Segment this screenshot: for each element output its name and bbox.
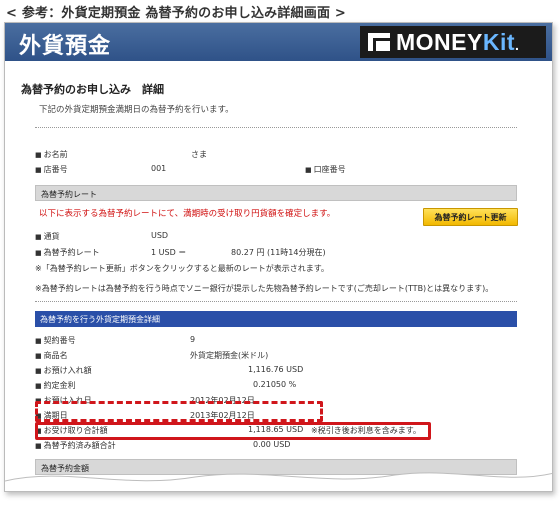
deposit-row-label: 商品名 bbox=[35, 350, 68, 361]
deposit-row-value: 0.00 USD bbox=[253, 440, 291, 449]
currency-label: 通貨 bbox=[35, 231, 60, 242]
rate-note-2: ※為替予約レートは為替予約を行う時点でソニー銀行が提示した先物為替予約レートです… bbox=[35, 284, 494, 293]
rate-unit: 1 USD ＝ bbox=[151, 248, 187, 257]
rate-note-1: ※「為替予約レート更新」ボタンをクリックすると最新のレートが表示されます。 bbox=[35, 264, 329, 273]
page-caption: < 参考：外貨定期預金 為替予約のお申し込み詳細画面 > bbox=[6, 6, 346, 21]
logo-text-dot: . bbox=[515, 36, 520, 53]
app-header: 外貨預金 MONEYKit. bbox=[5, 23, 552, 61]
rate-label: 為替予約レート bbox=[35, 247, 100, 258]
total-amount-highlight bbox=[35, 422, 431, 440]
currency-value: USD bbox=[151, 231, 169, 240]
branch-label: 店番号 bbox=[35, 164, 68, 175]
deposit-row-label: 契約番号 bbox=[35, 335, 76, 346]
moneykit-logo[interactable]: MONEYKit. bbox=[360, 26, 546, 58]
logo-text-money: MONEY bbox=[396, 28, 483, 55]
deposit-section-header: 為替予約を行う外貨定期預金詳細 bbox=[35, 311, 517, 327]
deposit-row-label: 約定金利 bbox=[35, 380, 76, 391]
deposit-row-value: 1,116.76 USD bbox=[248, 365, 304, 374]
rate-update-button[interactable]: 為替予約レート更新 bbox=[423, 208, 518, 226]
customer-name-value: さま bbox=[191, 150, 207, 159]
header-title: 外貨預金 bbox=[19, 34, 112, 59]
moneykit-logo-mark-icon bbox=[368, 33, 390, 51]
customer-name-label: お名前 bbox=[35, 149, 68, 160]
page-title: 為替予約のお申し込み 詳細 bbox=[21, 83, 164, 96]
deposit-row-label: お預け入れ額 bbox=[35, 365, 92, 376]
deposit-row-value: 外貨定期預金(米ドル) bbox=[190, 351, 269, 360]
rate-notice: 以下に表示する為替予約レートにて、満期時の受け取り円貨額を確定します。 bbox=[39, 209, 336, 219]
deposit-row-value: 0.21050 % bbox=[253, 380, 297, 389]
torn-edge bbox=[5, 472, 552, 491]
divider bbox=[35, 127, 517, 128]
divider bbox=[35, 301, 517, 302]
screenshot-frame: 外貨預金 MONEYKit. 為替予約のお申し込み 詳細 下記の外貨定期預金満期… bbox=[4, 22, 553, 492]
logo-text-kit: Kit bbox=[482, 28, 516, 55]
deposit-row-label: 為替予約済み額合計 bbox=[35, 440, 116, 451]
intro-text: 下記の外貨定期預金満期日の為替予約を行います。 bbox=[39, 105, 234, 115]
rate-section-header: 為替予約レート bbox=[35, 185, 517, 201]
deposit-row-value: 9 bbox=[190, 335, 196, 344]
maturity-date-highlight bbox=[35, 401, 323, 422]
account-label: 口座番号 bbox=[305, 164, 346, 175]
branch-value: 001 bbox=[151, 164, 167, 173]
rate-value: 80.27 円 (11時14分現在) bbox=[231, 248, 326, 257]
